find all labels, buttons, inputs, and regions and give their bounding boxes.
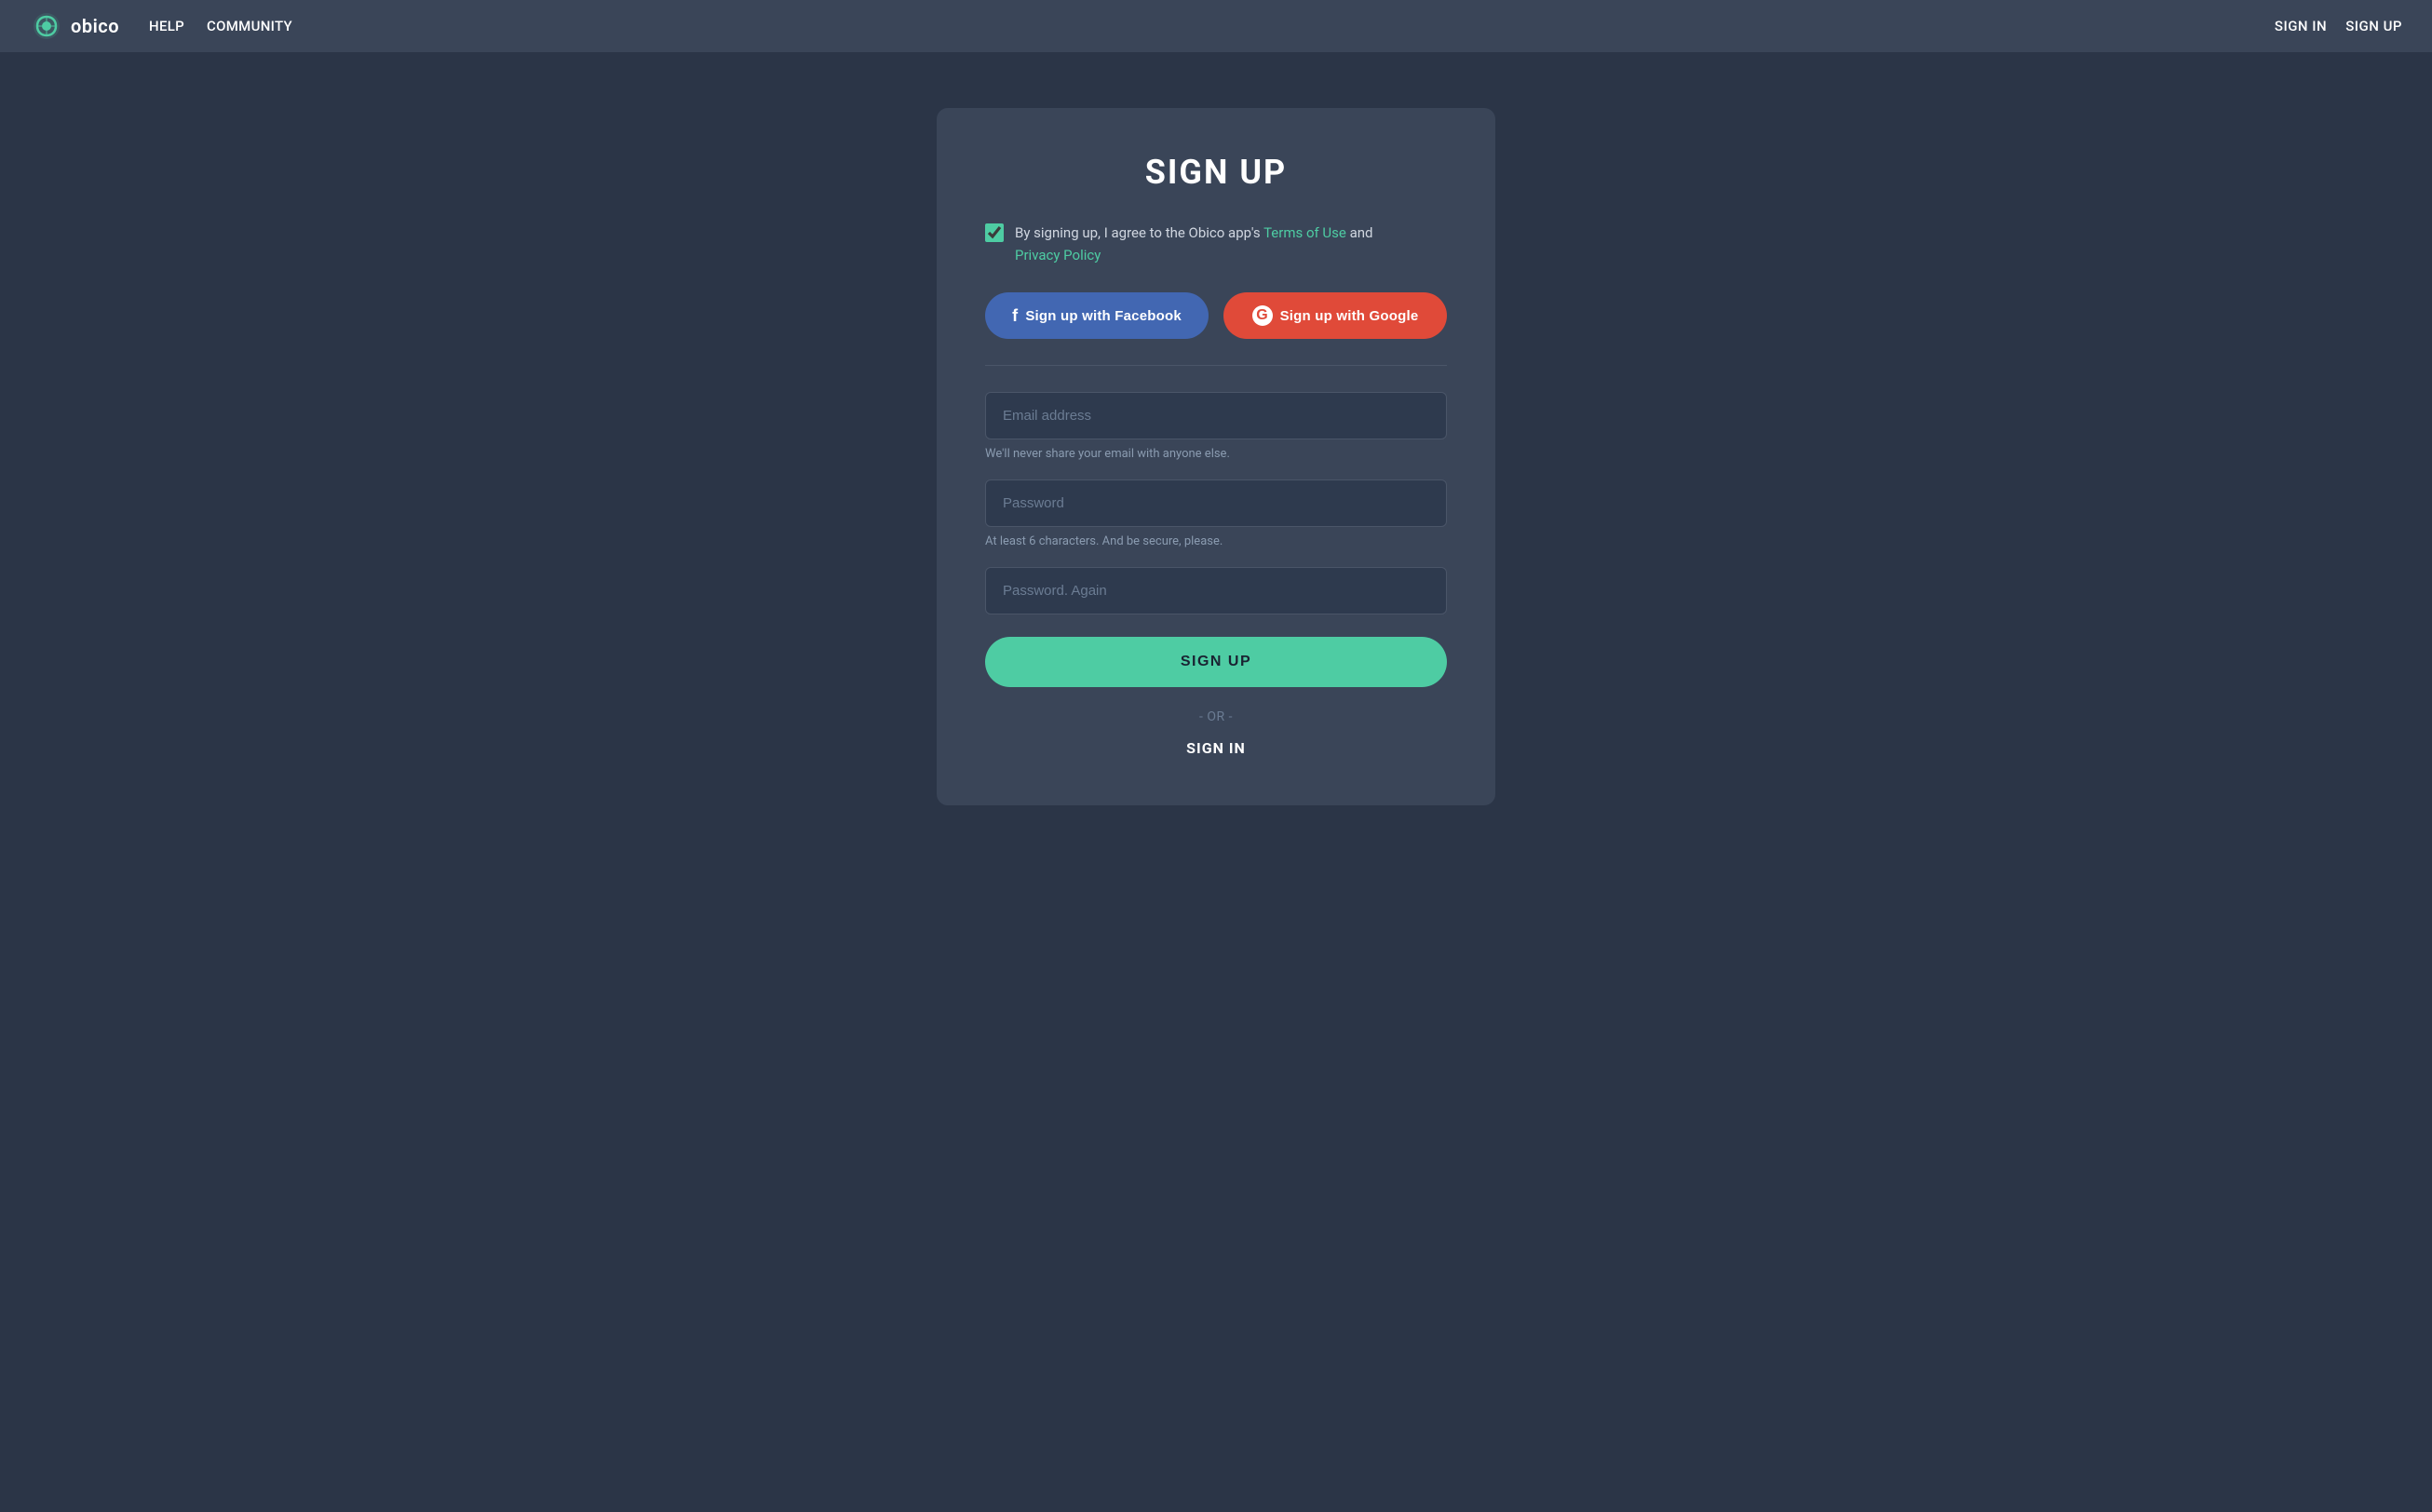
social-buttons: f Sign up with Facebook G Sign up with G… [985, 292, 1447, 339]
google-signup-button[interactable]: G Sign up with Google [1223, 292, 1447, 339]
logo-link[interactable]: obico [30, 9, 119, 43]
email-hint: We'll never share your email with anyone… [985, 447, 1447, 461]
signup-title: SIGN UP [985, 153, 1447, 192]
facebook-icon: f [1012, 306, 1018, 326]
signup-card: SIGN UP By signing up, I agree to the Ob… [937, 108, 1495, 805]
divider [985, 365, 1447, 366]
navbar: obico HELP COMMUNITY SIGN IN SIGN UP [0, 0, 2432, 52]
obico-logo-icon [30, 9, 63, 43]
facebook-signup-button[interactable]: f Sign up with Facebook [985, 292, 1209, 339]
or-divider: - OR - [985, 709, 1447, 724]
google-icon: G [1252, 305, 1273, 326]
terms-of-use-link[interactable]: Terms of Use [1263, 224, 1346, 241]
nav-link-help[interactable]: HELP [149, 18, 184, 34]
nav-auth: SIGN IN SIGN UP [2275, 18, 2402, 34]
email-input[interactable] [985, 392, 1447, 439]
logo-text: obico [71, 15, 119, 37]
nav-links: HELP COMMUNITY [149, 18, 2275, 34]
terms-text: By signing up, I agree to the Obico app'… [1015, 222, 1372, 266]
privacy-policy-link[interactable]: Privacy Policy [1015, 247, 1101, 263]
nav-signin-link[interactable]: SIGN IN [2275, 18, 2327, 34]
password-field-group [985, 479, 1447, 527]
nav-link-community[interactable]: COMMUNITY [207, 18, 292, 34]
password-input[interactable] [985, 479, 1447, 527]
main-content: SIGN UP By signing up, I agree to the Ob… [0, 52, 2432, 1512]
terms-row: By signing up, I agree to the Obico app'… [985, 222, 1447, 266]
password-again-field-group [985, 567, 1447, 614]
password-again-input[interactable] [985, 567, 1447, 614]
signin-link[interactable]: SIGN IN [985, 739, 1447, 757]
terms-checkbox[interactable] [985, 223, 1004, 242]
password-hint: At least 6 characters. And be secure, pl… [985, 534, 1447, 548]
nav-signup-link[interactable]: SIGN UP [2345, 18, 2402, 34]
signup-button[interactable]: SIGN UP [985, 637, 1447, 687]
email-field-group [985, 392, 1447, 439]
